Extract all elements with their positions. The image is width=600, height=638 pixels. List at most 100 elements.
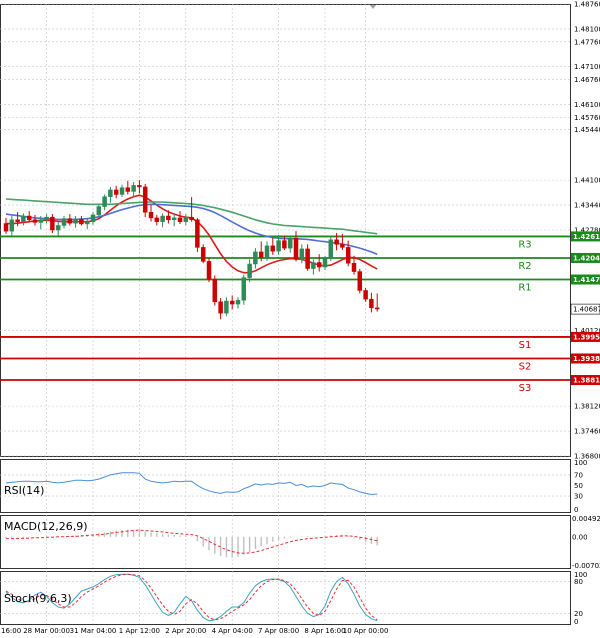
candle-body xyxy=(334,239,339,245)
candle-body xyxy=(340,244,345,248)
level-price-label: 1.42610 xyxy=(573,233,600,241)
candle-body xyxy=(26,215,32,221)
candle-body xyxy=(137,185,142,188)
forex-chart: R3 R2 R1 S1 S2 S3 RSI(14) MACD(12,26,9) Stoch… xyxy=(0,0,600,638)
price-axis-tick: 1.46760 xyxy=(574,76,600,84)
price-axis-tick: 1.43440 xyxy=(574,202,600,210)
candle-body xyxy=(311,262,316,269)
rsi-axis-tick: 50 xyxy=(574,482,583,490)
candle-body xyxy=(96,206,102,216)
date-axis-label: 2 Apr 20:00 xyxy=(165,627,206,635)
candle-body xyxy=(177,217,183,222)
price-axis-tick: 1.38120 xyxy=(574,403,600,411)
candle-body xyxy=(189,216,194,221)
price-axis-tick: 1.44100 xyxy=(574,177,600,185)
candle-body xyxy=(131,185,136,192)
candle-body xyxy=(3,223,9,232)
candle-body xyxy=(229,300,235,305)
candle-body xyxy=(206,261,212,280)
candle xyxy=(241,274,247,305)
rsi-axis-tick: 0 xyxy=(574,506,578,514)
candle-body xyxy=(293,238,299,260)
price-axis-tick: 1.48100 xyxy=(574,25,600,33)
candle-body xyxy=(102,196,107,207)
stoch-axis-tick: 80 xyxy=(574,578,583,586)
candle-body xyxy=(200,247,206,262)
level-price-label: 1.42040 xyxy=(573,254,600,262)
candle-body xyxy=(171,217,177,221)
stoch-axis-tick: 0 xyxy=(574,618,578,626)
candle xyxy=(50,214,55,234)
stoch-label: Stoch(9,6,3) xyxy=(4,592,72,605)
macd-label: MACD(12,26,9) xyxy=(4,520,88,533)
date-axis-label: 31 Mar 04:00 xyxy=(70,627,117,635)
candle-body xyxy=(224,300,229,314)
candle-body xyxy=(15,219,20,222)
candle-body xyxy=(9,219,15,232)
candle-body xyxy=(79,219,84,225)
candle xyxy=(212,275,218,306)
candle-body xyxy=(61,218,67,226)
candle-body xyxy=(50,216,55,231)
candle-body xyxy=(282,240,287,249)
date-axis-label: 10 Apr 00:00 xyxy=(343,627,389,635)
rsi-axis-tick: 30 xyxy=(574,493,583,501)
rsi-axis-tick: 100 xyxy=(574,459,587,467)
candle-body xyxy=(351,263,357,272)
level-price-label: 1.38810 xyxy=(573,377,600,385)
candle-body xyxy=(241,277,247,301)
level-price-label: 1.41470 xyxy=(573,276,600,284)
candle-body xyxy=(166,215,171,221)
price-axis-tick: 1.45440 xyxy=(574,126,600,134)
candle-body xyxy=(374,307,380,310)
candle-body xyxy=(270,245,276,252)
candle xyxy=(357,268,363,294)
candle-body xyxy=(90,214,96,222)
level-name-r3: R3 xyxy=(518,239,531,250)
candle-body xyxy=(38,219,44,223)
candle-body xyxy=(276,240,281,252)
candle-body xyxy=(247,263,252,278)
macd-axis-tick: 0.00 xyxy=(572,533,588,541)
macd-axis-tick: -0.00702 xyxy=(572,562,600,570)
candle-body xyxy=(195,219,200,248)
candle-body xyxy=(235,300,241,305)
level-name-r1: R1 xyxy=(518,283,531,294)
candle xyxy=(195,217,200,252)
candle-body xyxy=(44,216,49,221)
date-axis-label: 1 Apr 12:00 xyxy=(119,627,160,635)
price-axis-tick: 1.47760 xyxy=(574,38,600,46)
candle-body xyxy=(32,219,38,223)
candle xyxy=(206,257,212,283)
candle xyxy=(200,244,206,264)
candle-body xyxy=(264,245,270,258)
candle-body xyxy=(67,218,73,224)
candle-body xyxy=(119,187,125,195)
last-price-label: 1.40687 xyxy=(573,306,600,314)
level-name-s2: S2 xyxy=(519,361,532,372)
price-axis-tick: 1.45760 xyxy=(574,114,600,122)
candle-body xyxy=(253,251,258,265)
candle-body xyxy=(212,278,218,303)
level-name-s1: S1 xyxy=(519,340,532,351)
level-name-r2: R2 xyxy=(518,261,531,272)
candle-body xyxy=(125,187,131,192)
candle-body xyxy=(108,189,113,197)
date-axis-label: 8 Apr 16:00 xyxy=(304,627,345,635)
candle-body xyxy=(218,301,223,314)
candle-body xyxy=(142,186,148,213)
candle xyxy=(142,183,148,218)
candle-body xyxy=(154,217,160,222)
price-axis-tick: 1.37460 xyxy=(574,428,600,436)
level-price-label: 1.39950 xyxy=(573,333,600,341)
candle-body xyxy=(305,248,310,269)
date-axis-label: 28 Mar 00:00 xyxy=(23,627,70,635)
candle-body xyxy=(369,298,374,309)
candle-body xyxy=(316,262,322,268)
date-axis-label: 7 Apr 08:00 xyxy=(258,627,299,635)
macd-axis-tick: 0.004927 xyxy=(572,515,600,523)
stoch-axis-tick: 20 xyxy=(574,610,583,618)
candle-body xyxy=(84,221,90,225)
candle-body xyxy=(21,215,26,222)
candle-body xyxy=(322,258,328,268)
